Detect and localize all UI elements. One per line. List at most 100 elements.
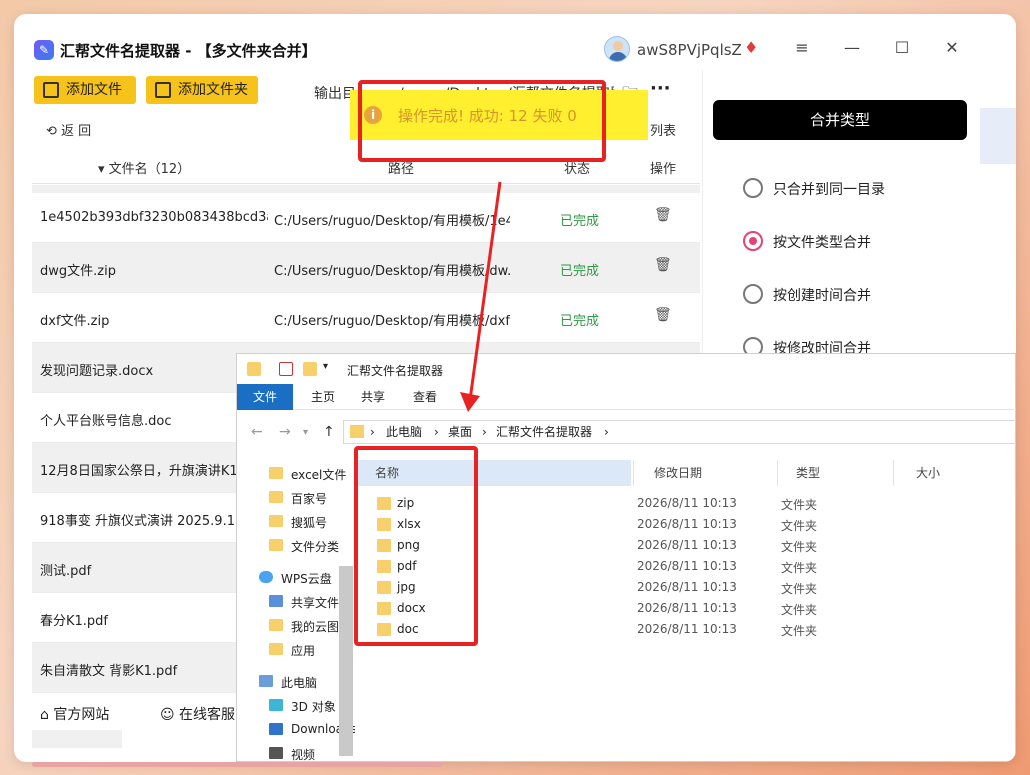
file-path-cell: C:/Users/ruguo/Desktop/有用模板/dw...: [274, 264, 510, 279]
nav-item[interactable]: excel文件: [269, 466, 346, 483]
radio-merge-by-type[interactable]: 按文件类型合并: [743, 231, 871, 252]
explorer-title-bar: ▾ 汇帮文件名提取器: [237, 354, 1016, 384]
nav-item[interactable]: 视频: [269, 746, 315, 762]
file-name-cell: dwg文件.zip: [40, 264, 116, 279]
app-window: ✎ 汇帮文件名提取器 - 【多文件夹合并】 awS8PVjPqlsZ ♦ ≡ —…: [14, 14, 1016, 762]
col-action-header: 操作: [650, 162, 677, 177]
forward-arrow-icon[interactable]: →: [279, 424, 291, 440]
file-name-cell: 12月8日国家公祭日，升旗演讲K1.pd: [40, 464, 259, 479]
official-site-link[interactable]: ⌂ 官方网站: [40, 704, 109, 724]
online-support-link[interactable]: ☺ 在线客服: [160, 704, 235, 724]
close-button[interactable]: ✕: [940, 36, 964, 60]
tab-file[interactable]: 文件: [237, 384, 293, 410]
back-label: 返 回: [61, 124, 92, 139]
support-icon: ☺: [160, 707, 180, 723]
trash-icon[interactable]: 🗑: [654, 257, 672, 273]
folder-type: 文件夹: [781, 519, 818, 533]
file-name-cell: 918事变 升旗仪式演讲 2025.9.15K1.: [40, 514, 265, 529]
file-name-cell: 1e4502b393dbf3230b083438bcd3ac...: [40, 210, 268, 225]
table-row[interactable]: dxf文件.zip C:/Users/ruguo/Desktop/有用模板/dxf…: [32, 293, 700, 343]
table-row[interactable]: 1e4502b393dbf3230b083438bcd3ac... C:/User…: [32, 193, 700, 243]
tab-share[interactable]: 共享: [353, 384, 393, 410]
address-bar[interactable]: › 此电脑 › 桌面 › 汇帮文件名提取器 ›: [343, 420, 1016, 444]
radio-merge-by-created[interactable]: 按创建时间合并: [743, 284, 871, 305]
nav-item[interactable]: 3D 对象: [269, 698, 336, 715]
menu-button[interactable]: ≡: [790, 36, 814, 60]
status-cell: 已完成: [560, 314, 600, 329]
add-folder-button[interactable]: 添加文件夹: [146, 76, 258, 104]
folder-type: 文件夹: [781, 540, 818, 554]
back-arrow-icon[interactable]: ←: [251, 424, 263, 440]
horizontal-scrollbar[interactable]: [32, 762, 442, 767]
nav-item-this-pc[interactable]: 此电脑: [259, 674, 317, 691]
table-row[interactable]: dwg文件.zip C:/Users/ruguo/Desktop/有用模板/dw.…: [32, 243, 700, 293]
breadcrumb-this-pc[interactable]: 此电脑: [386, 421, 422, 443]
trash-icon[interactable]: 🗑: [654, 307, 672, 323]
trash-icon[interactable]: 🗑: [654, 207, 672, 223]
file-name-cell: dxf文件.zip: [40, 314, 110, 329]
avatar[interactable]: [604, 36, 630, 62]
col-name-header[interactable]: ▾ 文件名（12）: [98, 158, 190, 177]
folder-type: 文件夹: [781, 603, 818, 617]
file-add-icon: [43, 82, 59, 98]
app-logo-icon: ✎: [34, 40, 54, 60]
folder-date: 2026/8/11 10:13: [637, 622, 737, 636]
folder-type: 文件夹: [781, 582, 818, 596]
radio-label: 只合并到同一目录: [773, 182, 885, 198]
file-path-cell: C:/Users/ruguo/Desktop/有用模板/1e4...: [274, 214, 510, 229]
recent-dropdown-icon[interactable]: ▾: [303, 427, 308, 438]
properties-icon[interactable]: [279, 362, 293, 376]
nav-item[interactable]: 应用: [269, 642, 315, 659]
nav-item[interactable]: 我的云图: [269, 618, 339, 635]
folder-add-icon: [155, 82, 171, 98]
back-button[interactable]: ⟲ 返 回: [46, 120, 91, 139]
col-size-header[interactable]: 大小: [893, 460, 973, 486]
add-folder-label: 添加文件夹: [178, 82, 248, 98]
footer-bar: [32, 730, 122, 748]
folder-date: 2026/8/11 10:13: [637, 517, 737, 531]
file-path-cell: C:/Users/ruguo/Desktop/有用模板/dxf...: [274, 314, 510, 329]
new-folder-icon[interactable]: [303, 362, 317, 376]
nav-item[interactable]: 搜狐号: [269, 514, 327, 531]
home-icon: ⌂: [40, 707, 54, 723]
col-date-header[interactable]: 修改日期: [633, 460, 777, 486]
file-explorer-window: ▾ 汇帮文件名提取器 文件 主页 共享 查看 ← → ▾ ↑ › 此电脑 › 桌…: [236, 353, 1016, 762]
breadcrumb-sep: ›: [434, 425, 439, 439]
status-cell: 已完成: [560, 264, 600, 279]
nav-item[interactable]: 文件分类: [269, 538, 339, 555]
tab-view[interactable]: 查看: [405, 384, 445, 410]
file-name-cell: 测试.pdf: [40, 564, 92, 579]
maximize-button[interactable]: ☐: [890, 36, 914, 60]
nav-item[interactable]: 百家号: [269, 490, 327, 507]
merge-type-panel: 合并类型 只合并到同一目录 按文件类型合并 按创建时间合并 按修改时间合并: [702, 70, 978, 370]
nav-item-wps-cloud[interactable]: WPS云盘: [259, 570, 332, 587]
more-options-icon[interactable]: ···: [650, 78, 671, 99]
radio-merge-same-dir[interactable]: 只合并到同一目录: [743, 178, 885, 199]
username[interactable]: awS8PVjPqlsZ: [637, 41, 742, 59]
folder-date: 2026/8/11 10:13: [637, 496, 737, 510]
nav-scrollbar[interactable]: [339, 566, 353, 756]
nav-item[interactable]: 共享文件: [269, 594, 339, 611]
title-bar: ✎ 汇帮文件名提取器 - 【多文件夹合并】 awS8PVjPqlsZ ♦ ≡ —…: [14, 14, 1016, 76]
folder-type: 文件夹: [781, 561, 818, 575]
breadcrumb-current[interactable]: 汇帮文件名提取器: [496, 421, 592, 443]
dropdown-icon[interactable]: ▾: [323, 361, 328, 372]
breadcrumb-sep: ›: [482, 425, 487, 439]
col-type-header[interactable]: 类型: [777, 460, 893, 486]
navigation-pane: excel文件 百家号 搜狐号 文件分类 WPS云盘 共享文件 我的云图 应用 …: [237, 452, 355, 762]
tab-home[interactable]: 主页: [303, 384, 343, 410]
online-support-label: 在线客服: [179, 707, 236, 723]
file-name-cell: 个人平台账号信息.doc: [40, 414, 172, 429]
minimize-button[interactable]: —: [840, 36, 864, 60]
table-row-partial: [32, 185, 700, 193]
vip-diamond-icon[interactable]: ♦: [744, 38, 762, 57]
file-name-cell: 朱自清散文 背影K1.pdf: [40, 664, 178, 679]
add-file-button[interactable]: 添加文件: [34, 76, 136, 104]
highlight-box-toast: [358, 80, 606, 162]
breadcrumb-desktop[interactable]: 桌面: [448, 421, 472, 443]
up-arrow-icon[interactable]: ↑: [323, 424, 335, 440]
file-name-cell: 春分K1.pdf: [40, 614, 109, 629]
highlight-box-folders: [354, 446, 478, 646]
official-site-label: 官方网站: [53, 707, 110, 723]
radio-label: 按文件类型合并: [773, 235, 871, 251]
